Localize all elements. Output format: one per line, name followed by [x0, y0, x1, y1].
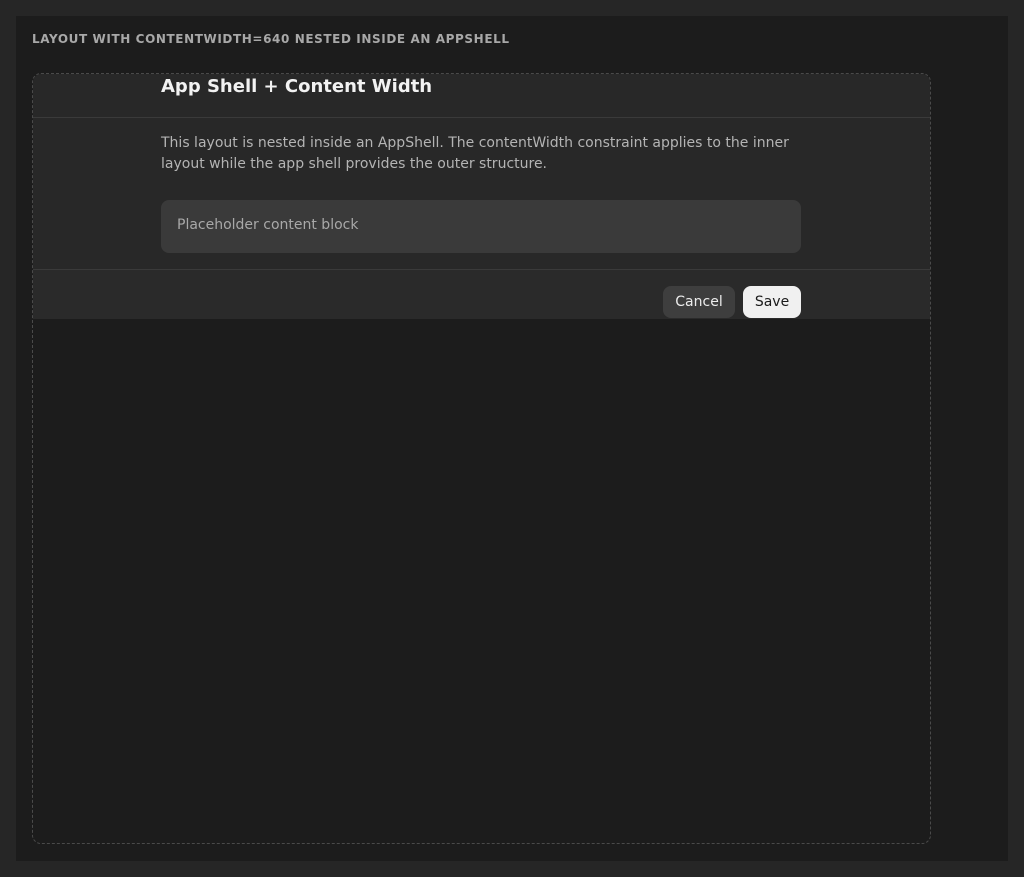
nested-layout: App Shell + Content Width This layout is…	[33, 74, 930, 319]
layout-description: This layout is nested inside an AppShell…	[161, 135, 789, 172]
section-label: LAYOUT WITH CONTENTWIDTH=640 NESTED INSI…	[32, 32, 510, 46]
placeholder-content-label: Placeholder content block	[177, 217, 359, 233]
demo-frame: LAYOUT WITH CONTENTWIDTH=640 NESTED INSI…	[16, 16, 1008, 861]
layout-footer: Cancel Save	[33, 269, 930, 319]
app-shell: App Shell + Content Width This layout is…	[32, 73, 931, 844]
cancel-button[interactable]: Cancel	[663, 286, 735, 318]
page-title: App Shell + Content Width	[161, 76, 433, 97]
save-button[interactable]: Save	[743, 286, 801, 318]
layout-header: App Shell + Content Width	[33, 74, 930, 118]
placeholder-content-block: Placeholder content block	[161, 200, 801, 253]
